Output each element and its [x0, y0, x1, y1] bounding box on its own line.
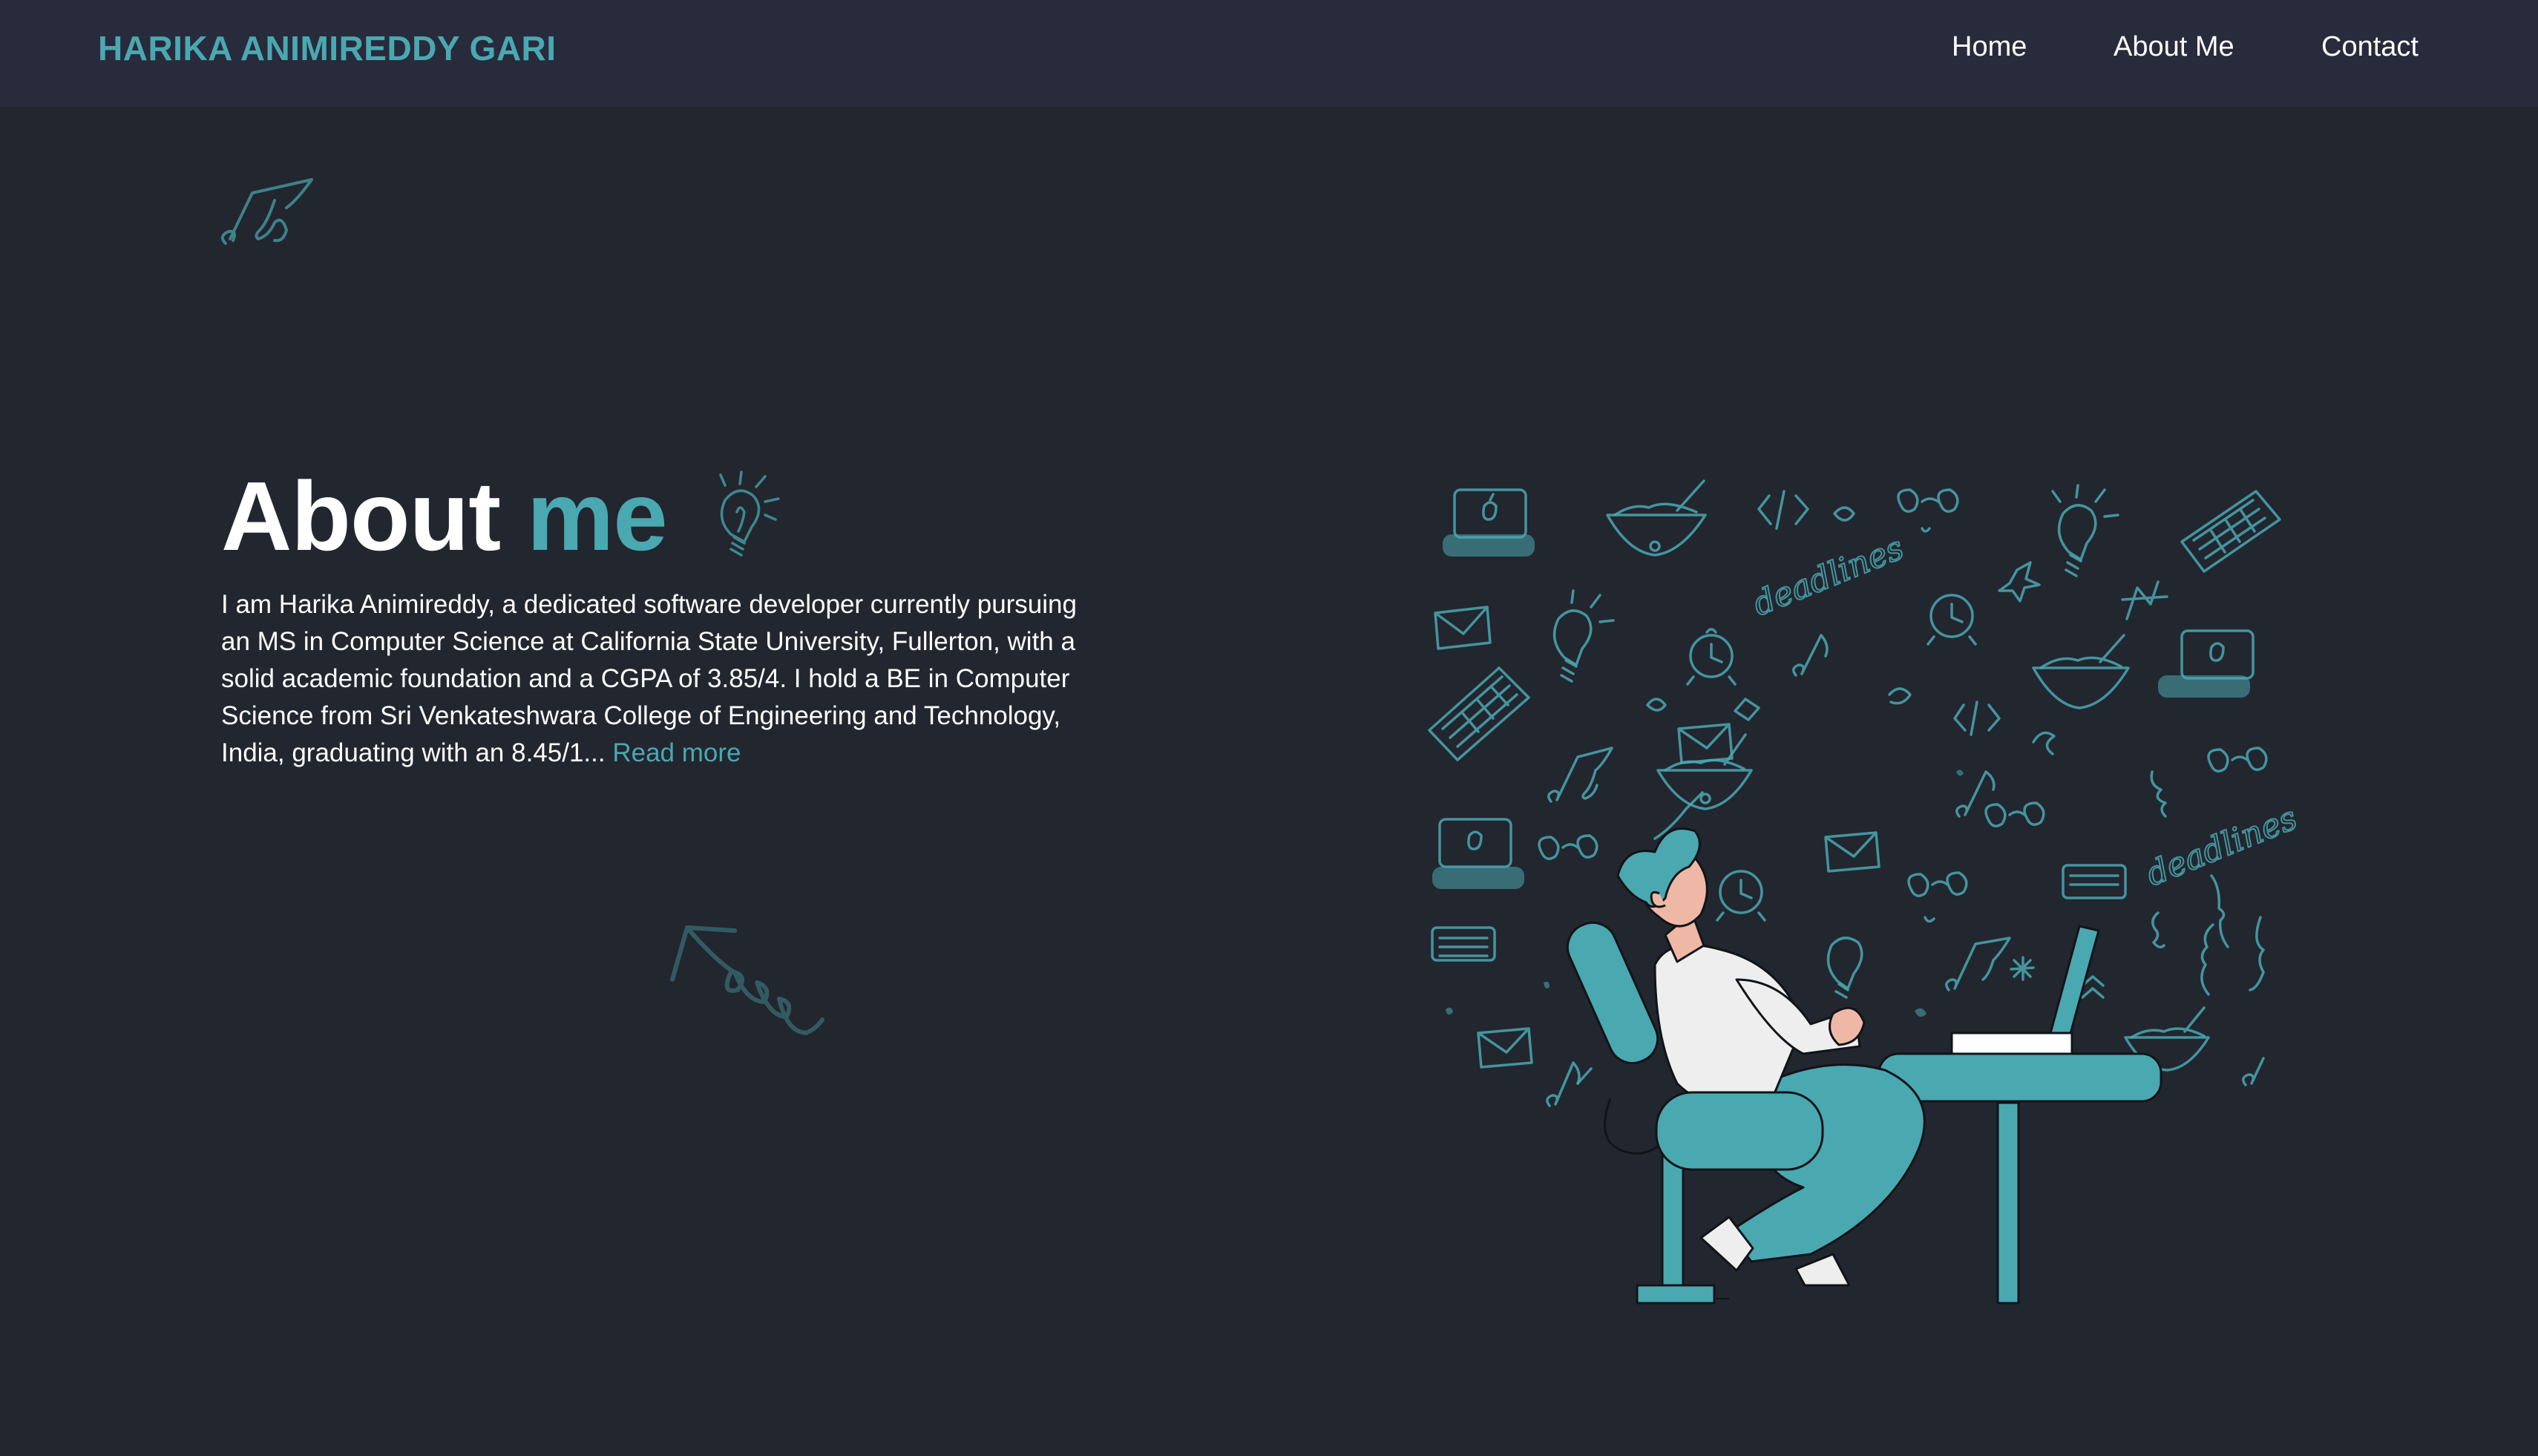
stressed-developer-illustration: .d { fill: none; stroke: #4aa8b1; stroke… — [1428, 479, 2303, 1305]
envelope-doodle-icon — [1824, 831, 1880, 873]
music-note-doodle-icon — [220, 178, 313, 245]
bowl-doodle-icon — [2032, 634, 2130, 709]
nav-contact-link[interactable]: Contact — [2321, 31, 2419, 63]
deadlines-doodle: deadlines — [1748, 529, 1909, 623]
envelope-doodle-icon — [1677, 723, 1734, 764]
alarm-clock-doodle-icon — [1716, 870, 1766, 922]
laptop-doodle-icon — [2158, 629, 2255, 698]
music-note-doodle-icon — [1546, 1061, 1581, 1107]
keyboard-doodle-icon — [2062, 864, 2127, 899]
swirl-arrow-doodle-icon — [670, 925, 824, 1035]
music-note-doodle-icon — [1547, 747, 1613, 803]
navbar: HARIKA ANIMIREDDY GARI Home About Me Con… — [0, 0, 2538, 107]
nav-about-link[interactable]: About Me — [2114, 31, 2234, 63]
glasses-doodle-icon — [1907, 871, 1968, 923]
envelope-doodle-icon — [1434, 606, 1492, 650]
laptop-doodle-icon — [1443, 488, 1535, 557]
glasses-doodle-icon — [2207, 747, 2268, 773]
music-note-doodle-icon — [1955, 770, 1996, 818]
lightbulb-doodle-icon — [1552, 589, 1615, 683]
lightbulb-doodle-icon — [719, 470, 780, 557]
glasses-doodle-icon — [1538, 834, 1598, 860]
person-at-desk-figure — [1566, 827, 2162, 1305]
lightbulb-doodle-icon — [2051, 484, 2119, 577]
about-heading: About me — [221, 468, 668, 565]
glasses-doodle-icon — [1897, 488, 1959, 533]
lightbulb-doodle-icon — [1826, 937, 1863, 999]
about-heading-plain: About — [221, 462, 501, 571]
read-more-link[interactable]: Read more — [612, 738, 741, 767]
bowl-doodle-icon — [1606, 479, 1707, 557]
keyboard-doodle-icon — [2180, 490, 2281, 573]
code-doodle-icon — [1757, 490, 1809, 530]
alarm-clock-doodle-icon — [1686, 628, 1737, 686]
brand-logo[interactable]: HARIKA ANIMIREDDY GARI — [98, 28, 557, 68]
nav-home-link[interactable]: Home — [1952, 31, 2027, 63]
alarm-clock-doodle-icon — [1927, 594, 1977, 646]
keyboard-doodle-icon — [1428, 666, 1530, 761]
code-doodle-icon — [1953, 701, 2001, 736]
laptop-doodle-icon — [1432, 818, 1524, 889]
music-note-doodle-icon — [1945, 937, 2011, 991]
glasses-doodle-icon — [1984, 801, 2045, 827]
about-heading-accent: me — [526, 462, 668, 571]
about-bio: I am Harika Animireddy, a dedicated soft… — [221, 586, 1112, 772]
deadlines-doodle: deadlines — [2141, 799, 2302, 893]
envelope-doodle-icon — [1477, 1027, 1533, 1069]
